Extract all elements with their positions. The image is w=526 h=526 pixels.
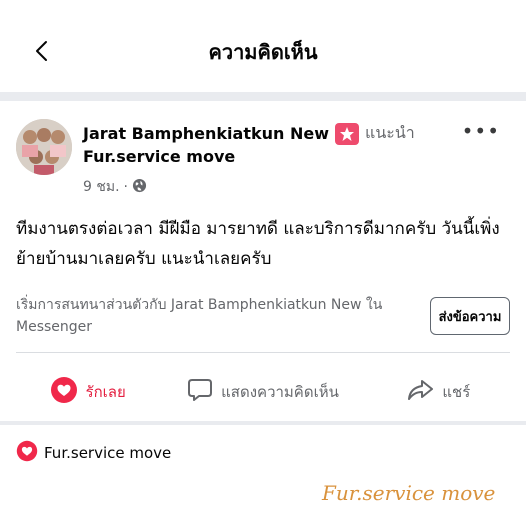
messenger-prompt: เริ่มการสนทนาส่วนตัวกับ Jarat Bamphenkia… <box>16 297 383 335</box>
messenger-prompt-box: เริ่มการสนทนาส่วนตัวกับ Jarat Bamphenkia… <box>16 290 510 350</box>
section-divider <box>0 421 526 425</box>
meta-separator: · <box>123 179 128 195</box>
comment-button[interactable]: แสดงความคิดเห็น <box>175 377 350 407</box>
heart-icon <box>16 440 38 466</box>
watermark-text: Fur.service move <box>321 481 495 505</box>
comment-icon <box>187 377 213 407</box>
comment-label: แสดงความคิดเห็น <box>221 383 339 401</box>
share-button[interactable]: แชร์ <box>351 378 526 406</box>
watermark: Fur.service move <box>318 472 518 512</box>
share-icon <box>406 378 434 406</box>
action-bar: รักเลย แสดงความคิดเห็น แชร์ <box>0 363 526 421</box>
page-name[interactable]: Fur.service move <box>83 147 235 166</box>
post-body: ทีมงานตรงต่อเวลา มีฝีมือ มารยาทดี และบริ… <box>16 214 516 274</box>
author-line: Jarat Bamphenkiatkun New แนะนำ <box>83 121 415 146</box>
post-meta: 9 ชม. · <box>83 176 147 198</box>
share-label: แชร์ <box>442 383 471 401</box>
star-icon <box>335 122 359 145</box>
section-divider <box>0 92 526 101</box>
globe-icon <box>132 178 147 197</box>
author-name[interactable]: Jarat Bamphenkiatkun New <box>83 124 329 143</box>
love-button[interactable]: รักเลย <box>0 376 175 408</box>
post-body-line: ย้ายบ้านมาเลยครับ แนะนำเลยครับ <box>16 249 272 269</box>
top-bar: ความคิดเห็น <box>0 0 526 92</box>
heart-icon <box>50 376 78 408</box>
recommend-label: แนะนำ <box>365 123 415 142</box>
love-label: รักเลย <box>85 383 126 401</box>
send-message-button[interactable]: ส่งข้อความ <box>430 297 510 335</box>
actions-divider <box>16 352 510 353</box>
post-time: 9 ชม. <box>83 179 120 195</box>
more-dots-icon[interactable]: ••• <box>462 119 500 143</box>
avatar[interactable] <box>16 119 72 175</box>
review-post: Jarat Bamphenkiatkun New แนะนำ Fur.servi… <box>0 101 526 421</box>
reactions-row[interactable]: Fur.service move <box>16 440 171 466</box>
reactor-name: Fur.service move <box>44 444 172 462</box>
post-body-line: ทีมงานตรงต่อเวลา มีฝีมือ มารยาทดี และบริ… <box>16 219 500 239</box>
page-title: ความคิดเห็น <box>208 40 318 64</box>
